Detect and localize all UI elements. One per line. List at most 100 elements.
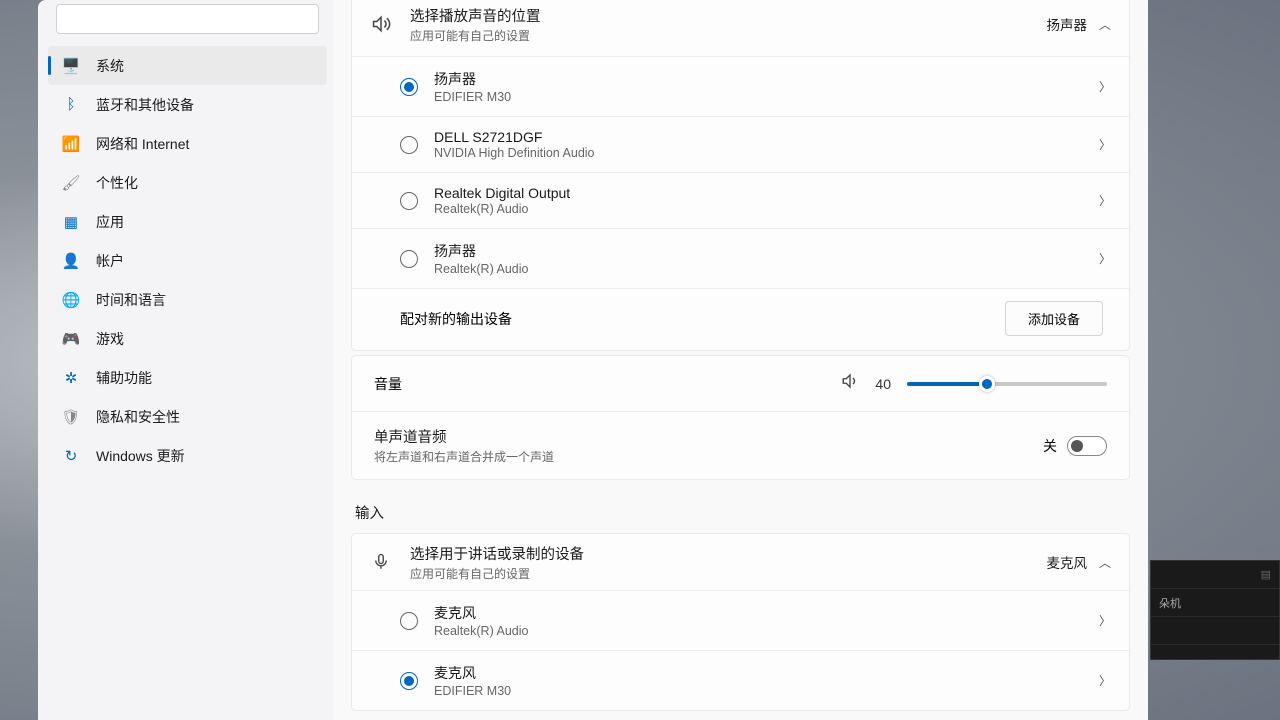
slider-thumb[interactable] bbox=[979, 376, 995, 392]
pair-label: 配对新的输出设备 bbox=[400, 309, 512, 329]
add-device-button[interactable]: 添加设备 bbox=[1005, 301, 1103, 336]
sidebar-item-label: 辅助功能 bbox=[96, 368, 152, 388]
chevron-right-icon: 〉 bbox=[1099, 612, 1111, 629]
peek-row: 朵机 bbox=[1151, 589, 1279, 617]
speaker-icon bbox=[370, 14, 392, 34]
peek-row bbox=[1151, 617, 1279, 645]
sidebar-item-privacy[interactable]: 🛡 隐私和安全性 bbox=[48, 397, 327, 436]
input-current: 麦克风 bbox=[1046, 552, 1087, 572]
sidebar: 🖥️ 系统 ᛒ 蓝牙和其他设备 📶 网络和 Internet 🖌 个性化 ▦ 应… bbox=[38, 0, 333, 720]
main-content: 选择播放声音的位置 应用可能有自己的设置 扬声器 ︿ 扬声器 EDIFIER M… bbox=[333, 0, 1148, 720]
sidebar-item-personalization[interactable]: 🖌 个性化 bbox=[48, 163, 327, 202]
sidebar-item-label: 网络和 Internet bbox=[96, 134, 189, 154]
sidebar-item-system[interactable]: 🖥️ 系统 bbox=[48, 46, 327, 85]
mono-title: 单声道音频 bbox=[374, 426, 1027, 447]
volume-label: 音量 bbox=[374, 374, 825, 394]
device-sub: NVIDIA High Definition Audio bbox=[434, 146, 1083, 160]
radio-selected[interactable] bbox=[400, 78, 418, 96]
output-current: 扬声器 bbox=[1046, 14, 1087, 34]
device-name: DELL S2721DGF bbox=[434, 129, 1083, 145]
input-header[interactable]: 选择用于讲话或录制的设备 应用可能有自己的设置 麦克风 ︿ bbox=[352, 534, 1129, 590]
radio-selected[interactable] bbox=[400, 672, 418, 690]
brush-icon: 🖌 bbox=[62, 174, 80, 192]
mono-toggle[interactable] bbox=[1067, 436, 1107, 456]
radio[interactable] bbox=[400, 612, 418, 630]
sidebar-item-gaming[interactable]: 🎮 游戏 bbox=[48, 319, 327, 358]
output-title: 选择播放声音的位置 bbox=[410, 5, 1028, 26]
mono-sub: 将左声道和右声道合并成一个声道 bbox=[374, 448, 1027, 465]
bluetooth-icon: ᛒ bbox=[62, 96, 80, 114]
sidebar-item-bluetooth[interactable]: ᛒ 蓝牙和其他设备 bbox=[48, 85, 327, 124]
radio[interactable] bbox=[400, 192, 418, 210]
output-device-card: 选择播放声音的位置 应用可能有自己的设置 扬声器 ︿ 扬声器 EDIFIER M… bbox=[351, 0, 1130, 351]
volume-card: 音量 40 单声道音频 将左声道和右声道合并成一个声道 关 bbox=[351, 355, 1130, 480]
output-device-row[interactable]: Realtek Digital Output Realtek(R) Audio … bbox=[352, 172, 1129, 228]
apps-icon: ▦ bbox=[62, 213, 80, 231]
gamepad-icon: 🎮 bbox=[62, 330, 80, 348]
peek-row: ▤ bbox=[1151, 561, 1279, 589]
chevron-right-icon: 〉 bbox=[1099, 250, 1111, 267]
chevron-right-icon: 〉 bbox=[1099, 78, 1111, 95]
sidebar-item-label: 时间和语言 bbox=[96, 290, 166, 310]
output-sub: 应用可能有自己的设置 bbox=[410, 27, 1028, 44]
radio[interactable] bbox=[400, 250, 418, 268]
sidebar-item-label: 游戏 bbox=[96, 329, 124, 349]
output-device-row[interactable]: 扬声器 EDIFIER M30 〉 bbox=[352, 56, 1129, 116]
device-sub: Realtek(R) Audio bbox=[434, 624, 1083, 638]
device-name: Realtek Digital Output bbox=[434, 185, 1083, 201]
device-name: 扬声器 bbox=[434, 69, 1083, 89]
output-header[interactable]: 选择播放声音的位置 应用可能有自己的设置 扬声器 ︿ bbox=[352, 0, 1129, 56]
sidebar-item-network[interactable]: 📶 网络和 Internet bbox=[48, 124, 327, 163]
search-box[interactable] bbox=[56, 4, 319, 34]
sidebar-item-apps[interactable]: ▦ 应用 bbox=[48, 202, 327, 241]
volume-value: 40 bbox=[875, 376, 891, 392]
input-sub: 应用可能有自己的设置 bbox=[410, 565, 1028, 582]
volume-icon[interactable] bbox=[841, 372, 859, 395]
input-title: 选择用于讲话或录制的设备 bbox=[410, 543, 1028, 564]
globe-icon: 🌐 bbox=[62, 291, 80, 309]
chevron-up-icon: ︿ bbox=[1099, 16, 1111, 33]
input-device-row[interactable]: 麦克风 Realtek(R) Audio 〉 bbox=[352, 590, 1129, 650]
sidebar-item-label: Windows 更新 bbox=[96, 446, 185, 466]
input-section-heading: 输入 bbox=[355, 502, 1130, 523]
chevron-right-icon: 〉 bbox=[1099, 136, 1111, 153]
input-device-card: 选择用于讲话或录制的设备 应用可能有自己的设置 麦克风 ︿ 麦克风 Realte… bbox=[351, 533, 1130, 711]
shield-icon: 🛡 bbox=[62, 408, 80, 426]
nav-list: 🖥️ 系统 ᛒ 蓝牙和其他设备 📶 网络和 Internet 🖌 个性化 ▦ 应… bbox=[48, 46, 327, 475]
chevron-right-icon: 〉 bbox=[1099, 672, 1111, 689]
output-device-row[interactable]: 扬声器 Realtek(R) Audio 〉 bbox=[352, 228, 1129, 288]
update-icon: ↻ bbox=[62, 447, 80, 465]
volume-slider[interactable] bbox=[907, 382, 1107, 386]
microphone-icon bbox=[370, 553, 392, 571]
sidebar-item-label: 蓝牙和其他设备 bbox=[96, 95, 194, 115]
toggle-state: 关 bbox=[1043, 436, 1057, 456]
settings-window: 🖥️ 系统 ᛒ 蓝牙和其他设备 📶 网络和 Internet 🖌 个性化 ▦ 应… bbox=[38, 0, 1148, 720]
sidebar-item-label: 帐户 bbox=[96, 251, 124, 271]
sidebar-item-label: 隐私和安全性 bbox=[96, 407, 180, 427]
device-sub: Realtek(R) Audio bbox=[434, 262, 1083, 276]
sidebar-item-label: 个性化 bbox=[96, 173, 138, 193]
chevron-right-icon: 〉 bbox=[1099, 192, 1111, 209]
sidebar-item-label: 系统 bbox=[96, 56, 124, 76]
device-name: 扬声器 bbox=[434, 241, 1083, 261]
pair-output-row: 配对新的输出设备 添加设备 bbox=[352, 288, 1129, 350]
output-device-row[interactable]: DELL S2721DGF NVIDIA High Definition Aud… bbox=[352, 116, 1129, 172]
search-input[interactable] bbox=[67, 12, 308, 27]
chevron-up-icon: ︿ bbox=[1099, 554, 1111, 571]
device-name: 麦克风 bbox=[434, 603, 1083, 623]
sidebar-item-label: 应用 bbox=[96, 212, 124, 232]
radio[interactable] bbox=[400, 136, 418, 154]
device-sub: EDIFIER M30 bbox=[434, 684, 1083, 698]
device-sub: Realtek(R) Audio bbox=[434, 202, 1083, 216]
accessibility-icon: ✲ bbox=[62, 369, 80, 387]
person-icon: 👤 bbox=[62, 252, 80, 270]
display-icon: 🖥️ bbox=[62, 57, 80, 75]
input-device-row[interactable]: 麦克风 EDIFIER M30 〉 bbox=[352, 650, 1129, 710]
wifi-icon: 📶 bbox=[62, 135, 80, 153]
sidebar-item-accounts[interactable]: 👤 帐户 bbox=[48, 241, 327, 280]
sidebar-item-accessibility[interactable]: ✲ 辅助功能 bbox=[48, 358, 327, 397]
sidebar-item-update[interactable]: ↻ Windows 更新 bbox=[48, 436, 327, 475]
sidebar-item-time-language[interactable]: 🌐 时间和语言 bbox=[48, 280, 327, 319]
device-sub: EDIFIER M30 bbox=[434, 90, 1083, 104]
background-window-peek: ▤ 朵机 bbox=[1150, 560, 1280, 660]
